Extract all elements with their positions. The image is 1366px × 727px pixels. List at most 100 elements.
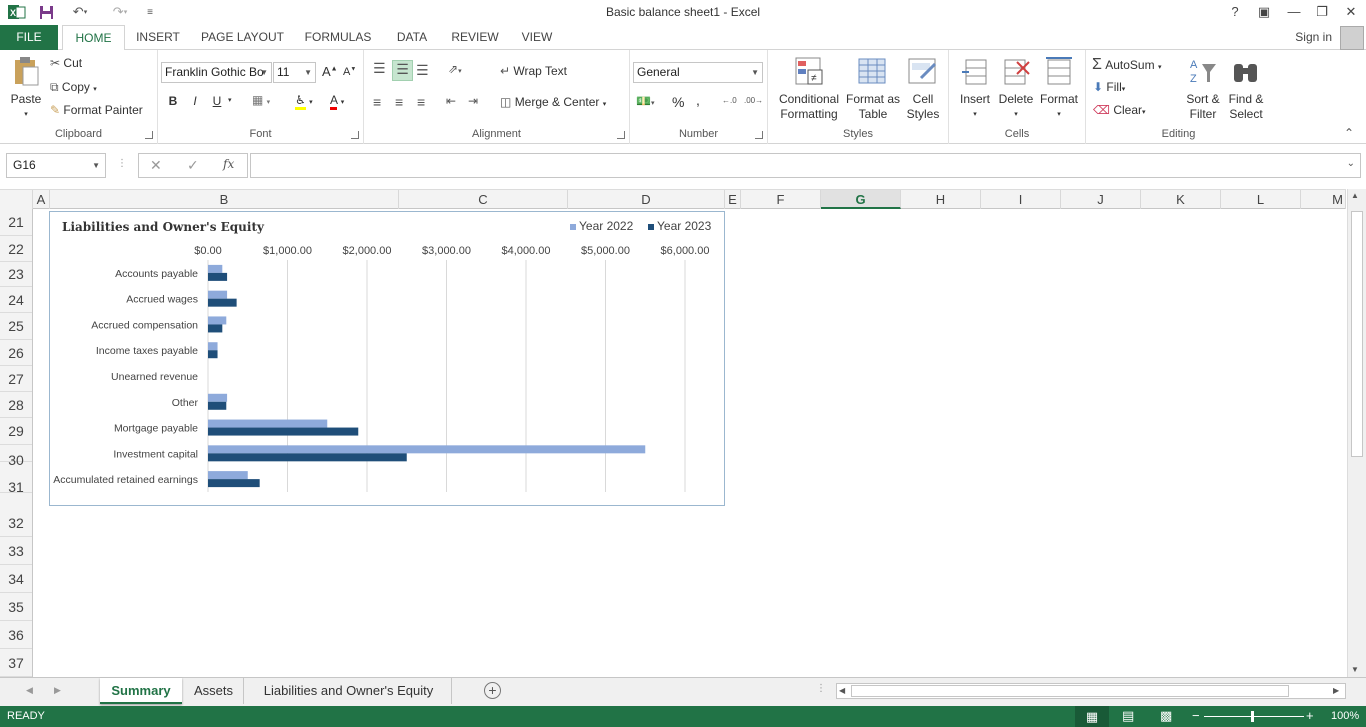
find-select-button[interactable]: Find & Select: [1224, 56, 1268, 122]
row-header-24[interactable]: 24: [0, 287, 32, 313]
align-left-icon[interactable]: ≡: [373, 94, 381, 110]
enter-icon[interactable]: ✓: [187, 157, 199, 174]
scroll-up-icon[interactable]: ▲: [1351, 191, 1359, 200]
increase-decimal-icon[interactable]: ←.0: [722, 96, 737, 105]
row-header-32[interactable]: 32: [0, 510, 32, 537]
accounting-format-icon[interactable]: 💵▾: [636, 94, 654, 108]
column-header-j[interactable]: J: [1061, 190, 1141, 209]
orientation-icon[interactable]: ⇗▾: [448, 62, 462, 76]
bar-chart[interactable]: Liabilities and Owner's Equity Year 2022…: [49, 211, 725, 506]
help-icon[interactable]: ?: [1222, 2, 1248, 22]
increase-indent-icon[interactable]: ⇥: [468, 94, 478, 108]
row-header-28[interactable]: 28: [0, 392, 32, 418]
column-header-a[interactable]: A: [33, 190, 50, 209]
vertical-scrollbar[interactable]: ▲ ▼: [1347, 189, 1366, 677]
row-header-35[interactable]: 35: [0, 593, 32, 621]
number-launcher-icon[interactable]: [755, 131, 763, 139]
new-sheet-icon[interactable]: +: [484, 682, 501, 699]
avatar[interactable]: [1340, 26, 1364, 50]
tab-view[interactable]: VIEW: [514, 25, 560, 50]
tab-split-icon[interactable]: ⋮: [816, 683, 826, 694]
page-layout-view-icon[interactable]: ▤: [1122, 708, 1134, 724]
horizontal-scroll-thumb[interactable]: [851, 685, 1289, 697]
close-icon[interactable]: ✕: [1338, 2, 1364, 22]
column-header-h[interactable]: H: [901, 190, 981, 209]
cancel-icon[interactable]: ✕: [150, 157, 162, 174]
row-header-33[interactable]: 33: [0, 537, 32, 565]
sheet-tab-summary[interactable]: Summary: [100, 678, 182, 704]
minimize-icon[interactable]: —: [1281, 2, 1307, 22]
column-header-e[interactable]: E: [725, 190, 741, 209]
clear-button[interactable]: ⌫ Clear▾: [1093, 103, 1146, 117]
fill-color-icon[interactable]: ♿ ▾: [295, 93, 313, 110]
wrap-text-button[interactable]: ↵ Wrap Text: [500, 64, 567, 78]
font-color-icon[interactable]: A ▾: [330, 93, 344, 110]
percent-style-button[interactable]: %: [672, 94, 684, 110]
clipboard-launcher-icon[interactable]: [145, 131, 153, 139]
sheet-tab-assets[interactable]: Assets: [184, 678, 244, 704]
conditional-formatting-button[interactable]: ≠ Conditional Formatting: [773, 56, 845, 122]
row-header-21[interactable]: 21: [0, 209, 32, 236]
row-header-27[interactable]: 27: [0, 366, 32, 392]
row-header-34[interactable]: 34: [0, 565, 32, 593]
row-header-29[interactable]: 29: [0, 418, 32, 445]
horizontal-scrollbar[interactable]: ◀ ▶: [836, 683, 1346, 699]
column-header-m[interactable]: M: [1301, 190, 1346, 209]
column-header-c[interactable]: C: [399, 190, 568, 209]
name-box[interactable]: G16 ▼: [6, 153, 106, 178]
underline-button[interactable]: U: [210, 94, 224, 108]
prev-sheet-icon[interactable]: ◀: [26, 685, 33, 696]
top-align-icon[interactable]: ☰: [373, 60, 386, 77]
borders-icon[interactable]: ▦ ▾: [252, 93, 270, 107]
tab-review[interactable]: REVIEW: [446, 25, 504, 50]
restore-icon[interactable]: ❐: [1309, 2, 1335, 22]
decrease-decimal-icon[interactable]: .00→: [744, 96, 763, 105]
column-header-b[interactable]: B: [50, 190, 399, 209]
zoom-out-icon[interactable]: −: [1192, 708, 1200, 723]
format-cells-button[interactable]: Format ▾: [1037, 56, 1081, 122]
tab-insert[interactable]: INSERT: [131, 25, 185, 50]
page-break-view-icon[interactable]: ▩: [1160, 708, 1172, 724]
align-right-icon[interactable]: ≡: [417, 94, 425, 110]
underline-dropdown-icon[interactable]: ▾: [228, 96, 232, 104]
align-center-icon[interactable]: ≡: [395, 94, 403, 110]
column-header-k[interactable]: K: [1141, 190, 1221, 209]
insert-cells-button[interactable]: Insert ▾: [955, 56, 995, 122]
format-painter-button[interactable]: ✎ Format Painter: [50, 103, 143, 117]
scroll-right-icon[interactable]: ▶: [1333, 686, 1339, 695]
middle-align-icon[interactable]: ☰: [392, 60, 413, 81]
tab-page-layout[interactable]: PAGE LAYOUT: [195, 25, 290, 50]
copy-button[interactable]: ⧉ Copy ▾: [50, 80, 97, 95]
comma-style-button[interactable]: ,: [696, 92, 700, 108]
vertical-scroll-thumb[interactable]: [1351, 211, 1363, 457]
normal-view-icon[interactable]: ▦: [1075, 706, 1109, 727]
row-header-22[interactable]: 22: [0, 236, 32, 262]
decrease-indent-icon[interactable]: ⇤: [446, 94, 456, 108]
alignment-launcher-icon[interactable]: [617, 131, 625, 139]
next-sheet-icon[interactable]: ▶: [54, 685, 61, 696]
zoom-slider-track[interactable]: [1204, 716, 1304, 717]
number-format-select[interactable]: General ▼: [633, 62, 763, 83]
sheet-tab-liabilities[interactable]: Liabilities and Owner's Equity: [246, 678, 452, 704]
row-header-23[interactable]: 23: [0, 262, 32, 287]
tab-home[interactable]: HOME: [62, 25, 125, 51]
tab-data[interactable]: DATA: [388, 25, 436, 50]
italic-button[interactable]: I: [188, 94, 202, 108]
select-all-corner[interactable]: [0, 190, 33, 209]
font-name-select[interactable]: Franklin Gothic Bo ▼: [161, 62, 272, 83]
tab-file[interactable]: FILE: [0, 25, 58, 50]
row-header-30[interactable]: 30: [0, 445, 32, 468]
merge-center-button[interactable]: ◫ Merge & Center ▾: [500, 95, 606, 109]
scroll-down-icon[interactable]: ▼: [1351, 665, 1359, 674]
row-header-31[interactable]: 31: [0, 480, 32, 494]
zoom-in-icon[interactable]: +: [1306, 708, 1314, 723]
scroll-left-icon[interactable]: ◀: [839, 686, 845, 695]
row-header-25[interactable]: 25: [0, 313, 32, 340]
bold-button[interactable]: B: [166, 94, 180, 108]
insert-function-button[interactable]: fx: [223, 157, 234, 171]
ribbon-display-icon[interactable]: ▣: [1251, 2, 1277, 22]
collapse-ribbon-icon[interactable]: ⌃: [1344, 126, 1354, 140]
sign-in-link[interactable]: Sign in: [1295, 30, 1332, 44]
delete-cells-button[interactable]: Delete ▾: [995, 56, 1037, 122]
expand-formula-icon[interactable]: ⌄: [1347, 158, 1355, 169]
